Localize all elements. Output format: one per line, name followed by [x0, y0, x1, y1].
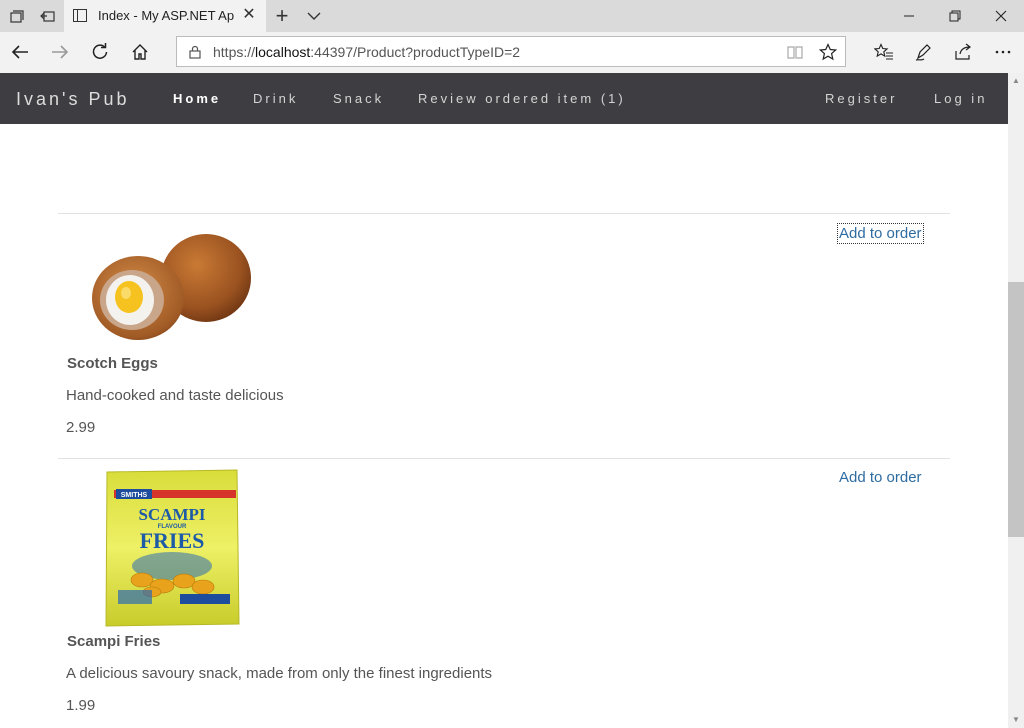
new-tab-button[interactable]: +: [266, 0, 298, 32]
site-navbar: Ivan's Pub Home Drink Snack Review order…: [0, 73, 1008, 124]
url-scheme: https://: [213, 44, 256, 60]
product-name: Scotch Eggs: [67, 355, 158, 372]
nav-register[interactable]: Register: [825, 91, 897, 106]
tab-title: Index - My ASP.NET Ap: [98, 8, 234, 23]
divider: [58, 213, 950, 214]
packet-line-1: SCAMPI: [138, 505, 205, 524]
nav-home[interactable]: Home: [173, 91, 221, 106]
product-description: A delicious savoury snack, made from onl…: [66, 665, 493, 682]
browser-tab-bar: Index - My ASP.NET Ap ✕ +: [0, 0, 1024, 32]
divider: [58, 458, 950, 459]
tab-actions-icon[interactable]: [0, 0, 32, 32]
home-icon[interactable]: [125, 38, 155, 66]
restore-button[interactable]: [932, 0, 978, 32]
close-window-button[interactable]: [978, 0, 1024, 32]
scotch-eggs-image: [86, 230, 258, 346]
nav-drink[interactable]: Drink: [253, 91, 298, 106]
back-arrow-icon[interactable]: [5, 38, 35, 66]
scampi-fries-image: SMITHS SCAMPI FLAVOUR FRIES: [104, 468, 240, 628]
favorite-star-icon[interactable]: [818, 43, 838, 66]
packet-line-3: FRIES: [140, 528, 205, 553]
brand-link[interactable]: Ivan's Pub: [16, 89, 130, 110]
url-path: :44397/Product?productTypeID=2: [310, 44, 521, 60]
nav-review-ordered[interactable]: Review ordered item (1): [418, 91, 626, 106]
add-to-order-link[interactable]: Add to order: [839, 469, 922, 486]
reading-view-icon[interactable]: [787, 44, 803, 65]
scroll-down-icon[interactable]: ▼: [1008, 712, 1024, 728]
url-text[interactable]: https://localhost:44397/Product?productT…: [213, 44, 520, 60]
share-icon[interactable]: [948, 38, 978, 66]
refresh-icon[interactable]: [85, 38, 115, 66]
scroll-up-icon[interactable]: ▲: [1008, 73, 1024, 89]
nav-login[interactable]: Log in: [934, 91, 987, 106]
chevron-down-icon[interactable]: [298, 0, 330, 32]
add-to-order-link[interactable]: Add to order: [837, 223, 924, 244]
more-options-icon[interactable]: [988, 38, 1018, 66]
lock-icon: [189, 45, 201, 64]
address-bar[interactable]: https://localhost:44397/Product?productT…: [176, 36, 846, 67]
product-price: 2.99: [66, 419, 96, 436]
browser-tab[interactable]: Index - My ASP.NET Ap ✕: [64, 0, 266, 32]
packet-brand: SMITHS: [121, 492, 148, 499]
browser-toolbar: https://localhost:44397/Product?productT…: [0, 32, 1024, 74]
favorites-list-icon[interactable]: [869, 38, 899, 66]
tabs-aside-icon[interactable]: [32, 0, 64, 32]
product-price: 1.99: [66, 697, 96, 714]
pen-notes-icon[interactable]: [909, 38, 939, 66]
page-icon: [73, 9, 87, 22]
url-host: localhost: [255, 44, 311, 60]
product-name: Scampi Fries: [67, 633, 161, 650]
nav-snack[interactable]: Snack: [333, 91, 384, 106]
scroll-thumb[interactable]: [1008, 282, 1024, 537]
forward-arrow-icon[interactable]: [45, 38, 75, 66]
close-tab-icon[interactable]: ✕: [240, 6, 258, 24]
minimize-button[interactable]: [886, 0, 932, 32]
product-description: Hand-cooked and taste delicious: [66, 387, 284, 404]
